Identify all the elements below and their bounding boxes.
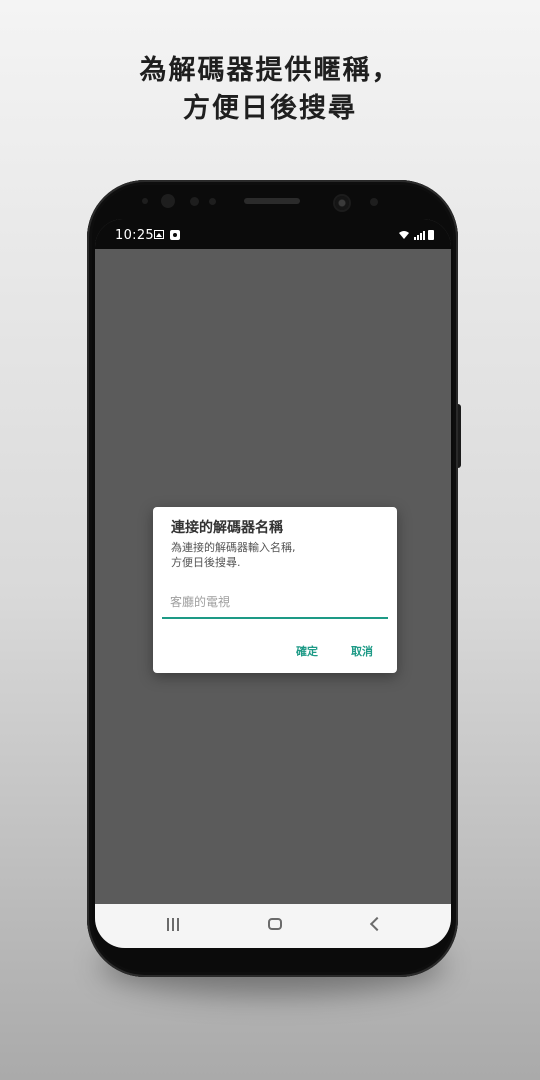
dialog-title: 連接的解碼器名稱 bbox=[171, 520, 283, 536]
promo-headline: 為解碼器提供暱稱， 方便日後搜尋 bbox=[0, 52, 540, 128]
gallery-icon bbox=[154, 230, 164, 239]
status-time: 10:25 bbox=[115, 228, 154, 243]
headline-line-1: 為解碼器提供暱稱， bbox=[139, 55, 401, 86]
status-bar: 10:25 bbox=[95, 219, 451, 249]
back-icon[interactable] bbox=[369, 916, 385, 932]
decoder-name-input[interactable] bbox=[162, 587, 388, 619]
decoder-name-dialog: 連接的解碼器名稱 為連接的解碼器輸入名稱, 方便日後搜尋. 確定 取消 bbox=[153, 507, 397, 673]
iris-camera-icon bbox=[161, 194, 175, 208]
wifi-icon bbox=[398, 230, 410, 242]
recent-apps-icon[interactable] bbox=[167, 918, 181, 932]
cancel-button[interactable]: 取消 bbox=[351, 643, 373, 659]
headline-line-2: 方便日後搜尋 bbox=[183, 93, 357, 124]
earpiece-speaker bbox=[244, 198, 300, 204]
sensor-icon-right bbox=[370, 198, 378, 206]
navigation-bar bbox=[95, 904, 451, 948]
confirm-button[interactable]: 確定 bbox=[296, 643, 318, 659]
home-icon[interactable] bbox=[268, 918, 282, 930]
sensor-icon bbox=[142, 198, 148, 204]
light-sensor-icon bbox=[209, 198, 216, 205]
proximity-sensor-icon bbox=[190, 197, 199, 206]
screen-record-icon bbox=[170, 230, 180, 240]
signal-icon bbox=[414, 231, 425, 240]
battery-icon bbox=[428, 230, 434, 240]
dialog-message: 為連接的解碼器輸入名稱, 方便日後搜尋. bbox=[171, 541, 296, 569]
front-camera-icon bbox=[335, 196, 349, 210]
phone-screen: 10:25 連接的解碼器名稱 為連接的解碼器輸入名稱, 方便日後搜尋. 確定 取… bbox=[95, 219, 451, 948]
